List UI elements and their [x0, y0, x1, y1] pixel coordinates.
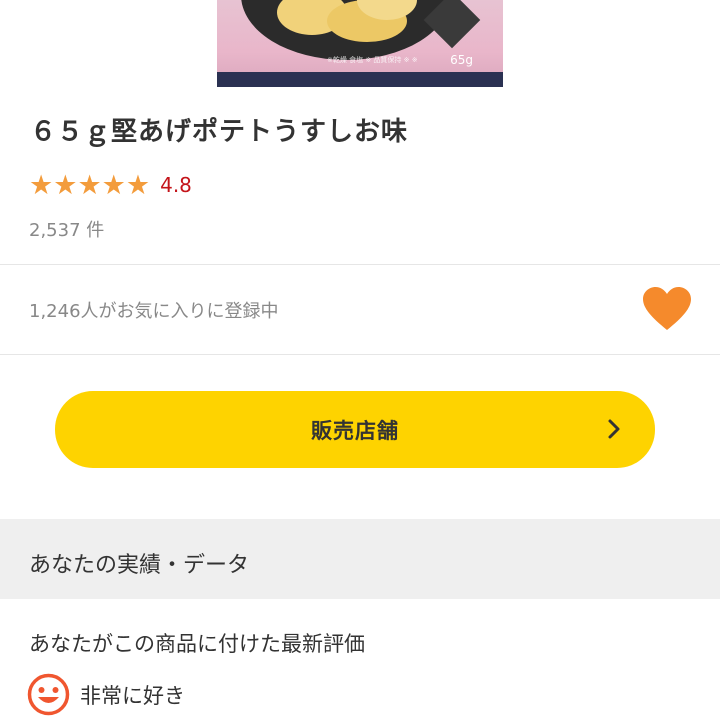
star-icon: ★	[101, 169, 126, 201]
product-image-fineprint: ※乾燥 食塩 ※ 品質保持 ※ ※	[327, 56, 418, 64]
latest-evaluation: 非常に好き	[27, 673, 185, 716]
rating-stars: ★ ★ ★ ★ ★	[29, 172, 150, 199]
star-icon: ★	[53, 169, 78, 201]
product-image-band	[217, 72, 503, 87]
divider	[0, 354, 720, 355]
review-count[interactable]: 2,537 件	[29, 216, 104, 242]
star-icon: ★	[77, 169, 102, 201]
star-icon: ★	[125, 169, 151, 201]
product-title: ６５ｇ堅あげポテトうすしお味	[30, 117, 409, 147]
your-data-heading: あなたの実績・データ	[29, 553, 250, 578]
your-data-section-header: あなたの実績・データ	[0, 519, 720, 599]
stores-button-label: 販売店舗	[311, 419, 399, 443]
latest-evaluation-label: あなたがこの商品に付けた最新評価	[29, 632, 365, 656]
rating-value: 4.8	[160, 173, 192, 197]
favorites-count-text: 1,246人がお気に入りに登録中	[29, 301, 279, 322]
star-icon: ★	[29, 169, 54, 201]
stores-button[interactable]: 販売店舗	[55, 391, 655, 468]
chevron-right-icon	[608, 419, 620, 439]
rating-row: ★ ★ ★ ★ ★ 4.8	[29, 170, 192, 200]
product-weight-label: 65g	[450, 53, 473, 67]
smile-face-icon	[27, 673, 70, 716]
favorites-row: 1,246人がお気に入りに登録中	[0, 265, 720, 354]
heart-icon[interactable]	[641, 286, 693, 332]
latest-evaluation-text: 非常に好き	[80, 683, 185, 708]
product-image: ※乾燥 食塩 ※ 品質保持 ※ ※ 65g	[217, 0, 503, 87]
